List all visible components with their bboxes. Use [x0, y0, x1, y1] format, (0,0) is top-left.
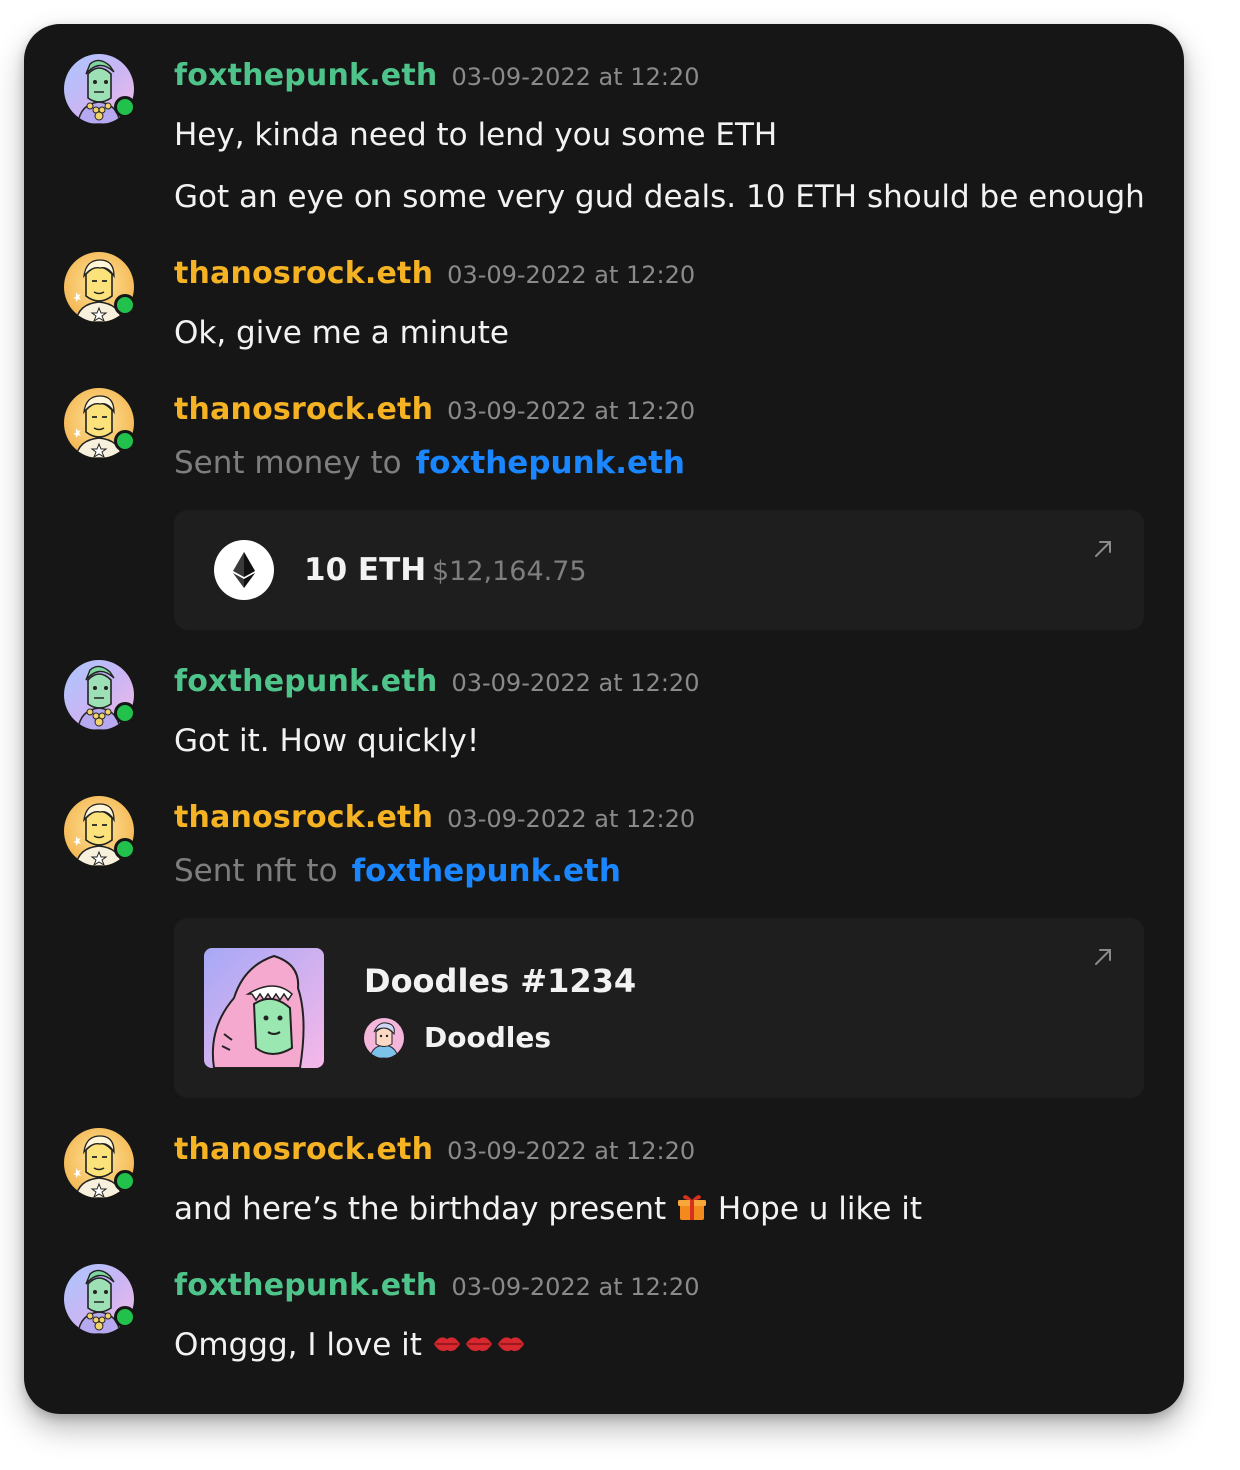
- action-label: Sent money to: [174, 445, 402, 481]
- nft-card[interactable]: Doodles #1234 Doodles: [174, 918, 1144, 1098]
- transfer-usd-value: $12,164.75: [432, 556, 587, 587]
- online-status-icon: [114, 838, 136, 860]
- external-link-icon[interactable]: [1092, 538, 1114, 560]
- online-status-icon: [114, 96, 136, 118]
- message-header: foxthepunk.eth 03-09-2022 at 12:20: [174, 58, 699, 93]
- ethereum-icon: [214, 540, 274, 600]
- username[interactable]: thanosrock.eth: [174, 256, 433, 291]
- username[interactable]: thanosrock.eth: [174, 1132, 433, 1167]
- timestamp: 03-09-2022 at 12:20: [447, 261, 696, 289]
- message-header: foxthepunk.eth 03-09-2022 at 12:20: [174, 1268, 699, 1303]
- nft-title: Doodles #1234: [364, 962, 637, 1000]
- username[interactable]: foxthepunk.eth: [174, 58, 437, 93]
- message-text: and here’s the birthday present Hope u l…: [174, 1191, 922, 1227]
- avatar[interactable]: [64, 1264, 136, 1334]
- username[interactable]: thanosrock.eth: [174, 392, 433, 427]
- message-header: thanosrock.eth 03-09-2022 at 12:20: [174, 392, 695, 427]
- timestamp: 03-09-2022 at 12:20: [451, 1273, 700, 1301]
- transfer-amount: 10 ETH: [304, 552, 427, 588]
- username[interactable]: foxthepunk.eth: [174, 664, 437, 699]
- message-header: thanosrock.eth 03-09-2022 at 12:20: [174, 256, 695, 291]
- avatar[interactable]: [64, 54, 136, 124]
- message-header: thanosrock.eth 03-09-2022 at 12:20: [174, 1132, 695, 1167]
- recipient-link[interactable]: foxthepunk.eth: [352, 853, 621, 889]
- message-text: Got an eye on some very gud deals. 10 ET…: [174, 179, 1145, 215]
- online-status-icon: [114, 430, 136, 452]
- action-label: Sent nft to: [174, 853, 338, 889]
- timestamp: 03-09-2022 at 12:20: [447, 805, 696, 833]
- avatar[interactable]: [64, 252, 136, 322]
- online-status-icon: [114, 1306, 136, 1328]
- online-status-icon: [114, 1170, 136, 1192]
- username[interactable]: foxthepunk.eth: [174, 1268, 437, 1303]
- online-status-icon: [114, 294, 136, 316]
- transfer-description: Sent nft to foxthepunk.eth: [174, 853, 621, 889]
- avatar[interactable]: [64, 1128, 136, 1198]
- external-link-icon[interactable]: [1092, 946, 1114, 968]
- message-text: Omggg, I love it: [174, 1327, 528, 1366]
- message-text: Ok, give me a minute: [174, 315, 509, 351]
- message-text: Got it. How quickly!: [174, 723, 480, 759]
- online-status-icon: [114, 702, 136, 724]
- chat-panel: foxthepunk.eth 03-09-2022 at 12:20 Hey, k…: [24, 24, 1184, 1414]
- timestamp: 03-09-2022 at 12:20: [447, 1137, 696, 1165]
- transfer-description: Sent money to foxthepunk.eth: [174, 445, 685, 481]
- avatar[interactable]: [64, 796, 136, 866]
- message-text: Hey, kinda need to lend you some ETH: [174, 117, 778, 153]
- collection-name[interactable]: Doodles: [424, 1021, 551, 1054]
- message-header: foxthepunk.eth 03-09-2022 at 12:20: [174, 664, 699, 699]
- timestamp: 03-09-2022 at 12:20: [447, 397, 696, 425]
- recipient-link[interactable]: foxthepunk.eth: [416, 445, 685, 481]
- timestamp: 03-09-2022 at 12:20: [451, 63, 700, 91]
- message-text-part: Omggg, I love it: [174, 1327, 422, 1363]
- kiss-mark-icon: [432, 1330, 528, 1366]
- transfer-card[interactable]: 10 ETH $12,164.75: [174, 510, 1144, 630]
- username[interactable]: thanosrock.eth: [174, 800, 433, 835]
- nft-image: [204, 948, 324, 1068]
- message-text-part: Hope u like it: [717, 1191, 923, 1227]
- avatar[interactable]: [64, 388, 136, 458]
- gift-icon: [678, 1195, 707, 1220]
- avatar[interactable]: [64, 660, 136, 730]
- timestamp: 03-09-2022 at 12:20: [451, 669, 700, 697]
- collection-avatar-icon: [364, 1018, 404, 1058]
- message-text-part: and here’s the birthday present: [174, 1191, 667, 1227]
- message-header: thanosrock.eth 03-09-2022 at 12:20: [174, 800, 695, 835]
